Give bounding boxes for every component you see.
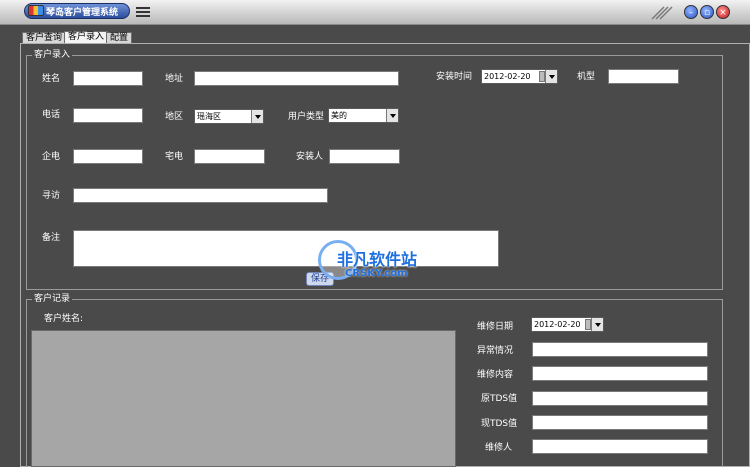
installer-input[interactable] [329, 149, 400, 164]
curr-tds-input[interactable] [532, 415, 708, 430]
phone-label: 电话 [42, 110, 61, 120]
chevron-down-icon[interactable] [591, 318, 603, 331]
orig-tds-input[interactable] [532, 391, 708, 406]
chevron-down-icon[interactable] [545, 70, 557, 83]
menu-icon[interactable] [136, 7, 150, 18]
user-type-label: 用户类型 [288, 112, 325, 122]
repair-date-picker[interactable]: 2012-02-20 [531, 317, 604, 332]
region-select[interactable]: 瑶海区 [194, 109, 264, 124]
abnormal-input[interactable] [532, 342, 708, 357]
window-title: 琴岛客户管理系统 [46, 8, 119, 18]
customer-records-group-title: 客户记录 [32, 293, 73, 305]
chevron-down-icon[interactable] [251, 110, 263, 123]
repair-content-label: 维修内容 [477, 370, 514, 380]
notes-label: 备注 [42, 233, 61, 243]
chevron-down-icon[interactable] [386, 109, 398, 122]
close-icon[interactable]: × [716, 5, 730, 19]
app-logo-icon [28, 5, 44, 16]
company-phone-label: 企电 [42, 152, 61, 162]
user-type-select[interactable]: 美的 [328, 108, 399, 123]
region-label: 地区 [165, 112, 184, 122]
address-label: 地址 [165, 74, 184, 84]
title-bar: 琴岛客户管理系统 – ▫ × [0, 0, 750, 25]
installer-label: 安装人 [296, 152, 324, 162]
home-phone-input[interactable] [194, 149, 265, 164]
home-phone-label: 宅电 [165, 152, 184, 162]
app-window: 琴岛客户管理系统 – ▫ × 客户查询 客户录入 配置 客户录入 姓名 地址 安… [0, 0, 750, 467]
repair-date-label: 维修日期 [477, 322, 514, 332]
customer-records-list[interactable] [31, 330, 456, 467]
repair-date-value: 2012-02-20 [534, 320, 581, 329]
hatch-decoration-icon [651, 6, 673, 20]
region-value: 瑶海区 [197, 112, 221, 121]
name-label: 姓名 [42, 74, 61, 84]
restore-icon[interactable]: ▫ [700, 5, 714, 19]
notes-textarea[interactable] [73, 230, 499, 267]
install-time-picker[interactable]: 2012-02-20 [481, 69, 558, 84]
user-type-value: 美的 [331, 111, 347, 120]
orig-tds-label: 原TDS值 [481, 394, 518, 404]
visit-input[interactable] [73, 188, 328, 203]
company-phone-input[interactable] [73, 149, 143, 164]
name-input[interactable] [73, 71, 143, 86]
model-input[interactable] [608, 69, 679, 84]
install-time-label: 安装时间 [436, 72, 473, 82]
phone-input[interactable] [73, 108, 143, 123]
visit-label: 寻访 [42, 191, 61, 201]
address-input[interactable] [194, 71, 399, 86]
minimize-icon[interactable]: – [684, 5, 698, 19]
model-label: 机型 [577, 72, 596, 82]
repair-content-input[interactable] [532, 366, 708, 381]
curr-tds-label: 现TDS值 [481, 419, 518, 429]
repairer-input[interactable] [532, 439, 708, 454]
install-time-value: 2012-02-20 [484, 72, 531, 81]
watermark-brand: 非凡软件站 [337, 250, 418, 269]
watermark-sub: CRSKY.com [345, 268, 408, 279]
customer-name-label: 客户姓名: [44, 314, 84, 324]
customer-entry-group-title: 客户录入 [32, 49, 73, 61]
abnormal-label: 异常情况 [477, 346, 514, 356]
repairer-label: 维修人 [485, 443, 513, 453]
